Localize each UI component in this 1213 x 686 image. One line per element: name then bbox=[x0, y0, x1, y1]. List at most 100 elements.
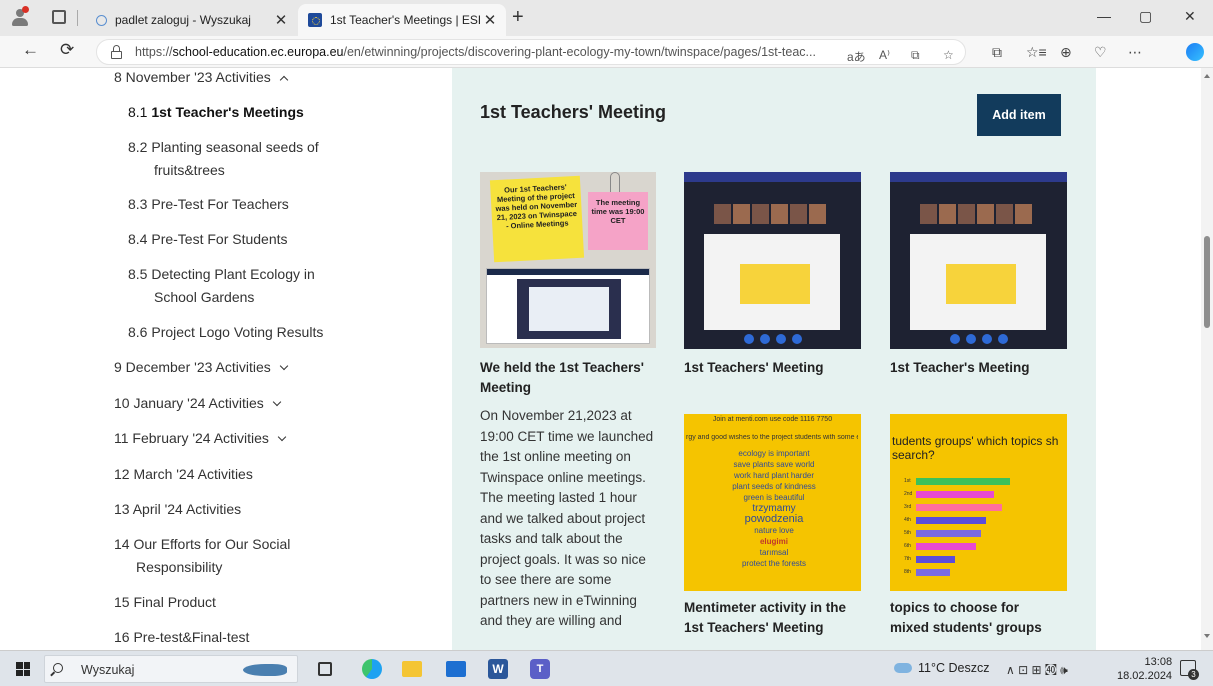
card-title[interactable]: We held the 1st Teachers' Meeting bbox=[480, 358, 644, 398]
sidebar-item-march[interactable]: 12 March '24 Activities bbox=[114, 463, 253, 485]
word-icon[interactable]: W bbox=[488, 659, 508, 679]
sidebar-item-label: 1st Teacher's Meetings bbox=[151, 104, 304, 120]
file-explorer-icon[interactable] bbox=[402, 661, 422, 677]
edge-browser-icon[interactable] bbox=[362, 659, 382, 679]
mentimeter-join-header: Join at menti.com use code 1116 7750 bbox=[712, 416, 833, 423]
ranking-label: 3rd bbox=[904, 504, 912, 510]
card-image-ranking-chart[interactable]: tudents groups' which topics sh search? … bbox=[890, 414, 1067, 591]
lock-icon[interactable] bbox=[111, 45, 122, 59]
ranking-bar-row: 8th bbox=[904, 567, 1054, 577]
web-page: 8 November '23 Activities 8.1 1st Teache… bbox=[0, 68, 1213, 650]
sidebar-item-pre-final-test[interactable]: 16 Pre-test&Final-test bbox=[114, 626, 249, 648]
ranking-label: 7th bbox=[904, 556, 911, 562]
sidebar-item-8-6[interactable]: 8.6 Project Logo Voting Results bbox=[128, 321, 323, 343]
sidebar-item-final-product[interactable]: 15 Final Product bbox=[114, 591, 216, 613]
scroll-up-arrow-icon[interactable] bbox=[1204, 74, 1210, 78]
card-title[interactable]: 1st Teacher's Meeting bbox=[890, 358, 1030, 378]
card-image-meeting-screenshot[interactable] bbox=[890, 172, 1067, 349]
cloud-word: elugimi bbox=[759, 537, 788, 546]
chevron-down-icon[interactable] bbox=[277, 432, 287, 442]
back-button[interactable]: ← bbox=[22, 40, 39, 60]
sidebar-item-8-3[interactable]: 8.3 Pre-Test For Teachers bbox=[128, 193, 289, 215]
sidebar-item-label: 11 February '24 Activities bbox=[114, 430, 269, 446]
split-screen-icon[interactable]: ⧉ bbox=[992, 44, 1002, 61]
sidebar-item-8-4[interactable]: 8.4 Pre-Test For Students bbox=[128, 228, 288, 250]
sidebar-item-8-5[interactable]: 8.5 Detecting Plant Ecology in School Ga… bbox=[128, 263, 315, 308]
search-icon bbox=[53, 663, 63, 673]
windows-start-icon[interactable] bbox=[16, 662, 30, 676]
windows-taskbar: Wyszukaj W T 11°C Deszcz ∧ ⊡ ⊞ ㉋ 🕪 13:08… bbox=[0, 650, 1213, 686]
ranking-label: 2nd bbox=[904, 491, 913, 497]
sidebar-item-november[interactable]: 8 November '23 Activities bbox=[114, 68, 288, 88]
card-title[interactable]: 1st Teachers' Meeting bbox=[684, 358, 824, 378]
sidebar-item-social-responsibility[interactable]: 14 Our Efforts for Our Social Responsibi… bbox=[114, 533, 290, 578]
mail-icon[interactable] bbox=[446, 661, 466, 677]
copilot-icon[interactable] bbox=[1186, 43, 1204, 61]
add-item-button[interactable]: Add item bbox=[977, 94, 1061, 136]
chevron-down-icon[interactable] bbox=[272, 397, 282, 407]
card-image-meeting-screenshot[interactable] bbox=[684, 172, 861, 349]
chevron-up-icon[interactable] bbox=[279, 75, 288, 85]
ranking-bar-row: 3rd bbox=[904, 502, 1054, 512]
ranking-bar bbox=[916, 503, 1002, 511]
word-cloud: ecology is important save plants save wo… bbox=[714, 448, 834, 576]
card-title-line1: We held the 1st Teachers' bbox=[480, 360, 645, 375]
sidebar-item-december[interactable]: 9 December '23 Activities bbox=[114, 356, 288, 378]
refresh-button[interactable]: ⟳ bbox=[60, 40, 74, 60]
maximize-button[interactable]: ▢ bbox=[1139, 8, 1152, 25]
card-title-line1: Mentimeter activity in the bbox=[684, 600, 847, 615]
close-tab-icon[interactable]: ✕ bbox=[480, 11, 500, 29]
task-view-icon[interactable] bbox=[318, 662, 332, 676]
system-tray-icons[interactable]: ∧ ⊡ ⊞ ㉋ 🕪 bbox=[1006, 661, 1068, 678]
tab-padlet-search[interactable]: padlet zaloguj - Wyszukaj ✕ bbox=[84, 4, 297, 36]
sidebar-item-label: 8.5 Detecting Plant Ecology in bbox=[128, 266, 315, 282]
taskbar-clock[interactable]: 13:08 18.02.2024 bbox=[1117, 655, 1172, 683]
scrollbar-thumb[interactable] bbox=[1204, 236, 1210, 328]
card-image-sticky-notes[interactable]: Our 1st Teachers' Meeting of the project… bbox=[480, 172, 656, 348]
browser-essentials-icon[interactable]: ♡ bbox=[1094, 44, 1107, 61]
chevron-down-icon[interactable] bbox=[279, 361, 288, 371]
app-available-icon[interactable]: ⧉ bbox=[911, 48, 920, 63]
ranking-bar bbox=[916, 542, 976, 550]
card-image-word-cloud[interactable]: Join at menti.com use code 1116 7750 rgy… bbox=[684, 414, 861, 591]
sidebar-item-8-2[interactable]: 8.2 Planting seasonal seeds of fruits&tr… bbox=[128, 136, 319, 181]
eu-flag-favicon-icon bbox=[308, 13, 322, 27]
cloud-word: green is beautiful bbox=[743, 493, 805, 502]
favorite-star-icon[interactable]: ☆ bbox=[943, 48, 954, 62]
more-menu-icon[interactable]: ⋯ bbox=[1128, 44, 1142, 61]
minimize-button[interactable]: — bbox=[1097, 8, 1111, 24]
tab-esep-active[interactable]: 1st Teacher's Meetings | ESEP ✕ bbox=[298, 4, 506, 36]
sidebar-item-april[interactable]: 13 April '24 Activities bbox=[114, 498, 241, 520]
collections-icon[interactable]: ⊕ bbox=[1060, 44, 1072, 61]
card-title[interactable]: topics to choose for mixed students' gro… bbox=[890, 598, 1042, 638]
ranking-label: 6th bbox=[904, 543, 911, 549]
scroll-down-arrow-icon[interactable] bbox=[1204, 634, 1210, 638]
teams-icon[interactable]: T bbox=[530, 659, 550, 679]
mentimeter-question: rgy and good wishes to the project stude… bbox=[686, 434, 858, 441]
ranking-bar bbox=[916, 490, 994, 498]
weather-rain-icon bbox=[894, 663, 912, 673]
url-host: school-education.ec.europa.eu bbox=[172, 45, 344, 59]
read-aloud-translate-icon[interactable]: aあ bbox=[847, 48, 866, 65]
text-size-icon[interactable]: A⁾ bbox=[879, 48, 890, 62]
notifications-icon[interactable]: 3 bbox=[1180, 660, 1199, 680]
new-tab-button[interactable]: + bbox=[512, 6, 524, 29]
close-window-button[interactable]: ✕ bbox=[1184, 8, 1196, 25]
sidebar-item-label: 8.2 Planting seasonal seeds of bbox=[128, 139, 319, 155]
card-title[interactable]: Mentimeter activity in the 1st Teachers'… bbox=[684, 598, 846, 638]
weather-widget[interactable]: 11°C Deszcz bbox=[894, 661, 989, 675]
ranking-bar bbox=[916, 555, 955, 563]
ranking-label: 1st bbox=[904, 478, 911, 484]
favorites-icon[interactable]: ☆≡ bbox=[1026, 44, 1047, 61]
sidebar-item-january[interactable]: 10 January '24 Activities bbox=[114, 392, 282, 414]
taskbar-search-box[interactable]: Wyszukaj bbox=[44, 655, 298, 683]
url-field[interactable]: https://school-education.ec.europa.eu/en… bbox=[96, 39, 966, 65]
workspaces-icon[interactable] bbox=[52, 10, 66, 24]
sidebar-item-february[interactable]: 11 February '24 Activities bbox=[114, 427, 287, 449]
close-tab-icon[interactable]: ✕ bbox=[271, 11, 291, 29]
search-placeholder: Wyszukaj bbox=[81, 663, 135, 677]
page-scrollbar[interactable] bbox=[1201, 68, 1213, 650]
sidebar-item-8-1-active[interactable]: 8.1 1st Teacher's Meetings bbox=[128, 101, 304, 123]
ranking-bars: 1st 2nd 3rd 4th 5th 6th 7th 8th bbox=[904, 476, 1054, 580]
profile-icon[interactable] bbox=[10, 6, 30, 28]
